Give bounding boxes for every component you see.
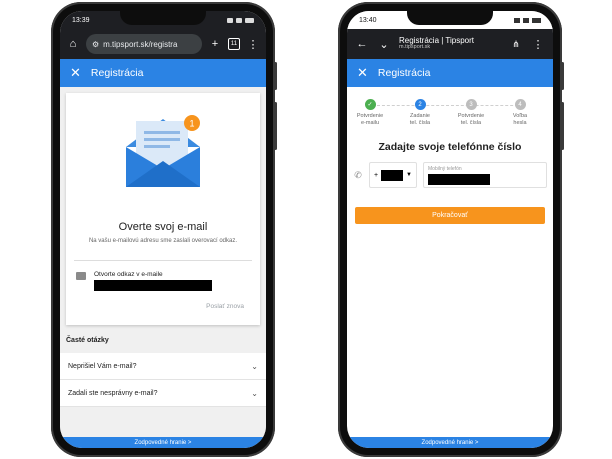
faq-item[interactable]: Zadali ste nesprávny e-mail? ⌄ — [60, 380, 266, 407]
mobile-number-field[interactable]: Mobilný telefón — [423, 162, 547, 188]
faq-question: Zadali ste nesprávny e-mail? — [68, 389, 158, 397]
step-dot-todo: 3 — [465, 99, 477, 110]
redacted-number — [428, 174, 490, 185]
more-menu-icon[interactable]: ⋮ — [531, 37, 545, 51]
step-2: 2 Zadanie tel. čísla — [400, 99, 440, 126]
redacted-prefix — [381, 169, 404, 181]
back-arrow-icon[interactable]: ← — [355, 37, 369, 51]
step-3: 3 Potvrdenie tel. čísla — [451, 99, 491, 126]
card-title: Overte svoj e-mail — [118, 221, 208, 233]
chevron-down-icon[interactable]: ⌄ — [377, 37, 391, 51]
step-dot-todo: 4 — [514, 99, 526, 110]
verify-email-card: 1 Overte svoj e-mail Na vašu e-mailovú a… — [66, 93, 260, 325]
faq-list: Neprišiel Vám e-mail? ⌄ Zadali ste nespr… — [60, 353, 266, 407]
responsible-gaming-link[interactable]: Zodpovedné hranie > — [347, 437, 553, 448]
url-text: m.tipsport.sk/registra — [103, 39, 178, 49]
share-icon[interactable]: ⋔ — [509, 37, 523, 51]
step-label: Potvrdenie tel. čísla — [457, 113, 485, 126]
close-icon[interactable]: ✕ — [70, 65, 81, 81]
registration-stepper: ✓ Potvrdenie e-mailu 2 Zadanie tel. čísla … — [347, 99, 553, 139]
mail-label: Otvorte odkaz v e-maile — [94, 271, 163, 278]
status-icons — [514, 17, 541, 23]
home-icon[interactable]: ⌂ — [66, 37, 80, 51]
notification-badge: 1 — [189, 119, 194, 129]
step-dot-done: ✓ — [364, 99, 376, 110]
tab-switcher-button[interactable]: 11 — [228, 38, 240, 50]
wifi-icon — [523, 17, 529, 23]
country-prefix-select[interactable]: + ▼ — [369, 162, 417, 188]
phone-icon: ✆ — [354, 169, 362, 180]
app-bar: ✕ Registrácia — [347, 59, 553, 87]
more-menu-icon[interactable]: ⋮ — [246, 37, 260, 51]
step-1: ✓ Potvrdenie e-mailu — [350, 99, 390, 126]
status-time: 13:39 — [72, 16, 90, 24]
phone-right: 13:40 ← ⌄ Registrácia | Tipsport m.tipsp… — [338, 2, 564, 457]
page-title: Registrácia — [377, 67, 431, 79]
volume-button — [561, 62, 564, 90]
faq-question: Neprišiel Vám e-mail? — [68, 362, 137, 370]
new-tab-icon[interactable]: + — [208, 37, 222, 51]
close-icon[interactable]: ✕ — [357, 65, 368, 81]
step-label: Potvrdenie e-mailu — [356, 113, 384, 126]
faq-heading: Časté otázky — [66, 337, 109, 344]
phone-input-row: ✆ + ▼ Mobilný telefón — [353, 161, 547, 189]
browser-toolbar: ⌂ ⚙ m.tipsport.sk/registra + 11 ⋮ — [60, 29, 266, 59]
redacted-email — [94, 280, 212, 291]
power-button — [274, 102, 277, 150]
mobile-number-label: Mobilný telefón — [428, 166, 462, 172]
wifi-icon — [236, 17, 242, 23]
battery-icon — [245, 17, 254, 23]
chevron-down-icon: ⌄ — [251, 388, 258, 398]
step-label: Voľba hesla — [512, 113, 528, 126]
browser-toolbar: ← ⌄ Registrácia | Tipsport m.tipsport.sk… — [347, 29, 553, 59]
prefix-plus: + — [374, 171, 379, 179]
step-4: 4 Voľba hesla — [500, 99, 540, 126]
status-icons — [227, 17, 254, 23]
faq-item[interactable]: Neprišiel Vám e-mail? ⌄ — [60, 353, 266, 380]
continue-button[interactable]: Pokračovať — [355, 207, 545, 224]
status-time: 13:40 — [359, 16, 377, 24]
divider — [74, 260, 252, 261]
envelope-illustration: 1 — [126, 115, 200, 187]
notch — [120, 11, 206, 25]
tab-count: 11 — [230, 41, 238, 47]
screen-left: 13:39 ⌂ ⚙ m.tipsport.sk/registra + 11 ⋮ … — [60, 11, 266, 448]
page-title: Registrácia — [90, 67, 144, 79]
step-dot-active: 2 — [414, 99, 426, 110]
dropdown-arrow-icon: ▼ — [406, 172, 412, 178]
phone-left: 13:39 ⌂ ⚙ m.tipsport.sk/registra + 11 ⋮ … — [51, 2, 277, 457]
mail-icon — [76, 272, 86, 280]
resend-link[interactable]: Poslať znova — [206, 303, 244, 310]
power-button — [561, 102, 564, 150]
browser-domain: m.tipsport.sk — [399, 44, 431, 51]
page-title-box: Registrácia | Tipsport m.tipsport.sk — [399, 36, 501, 51]
mail-row: Otvorte odkaz v e-maile — [76, 271, 212, 291]
signal-icon — [227, 17, 233, 23]
app-bar: ✕ Registrácia — [60, 59, 266, 87]
site-settings-icon[interactable]: ⚙ — [92, 40, 99, 49]
notch — [407, 11, 493, 25]
signal-icon — [514, 17, 520, 23]
battery-icon — [532, 17, 541, 23]
form-title: Zadajte svoje telefónne číslo — [378, 141, 522, 153]
screen-right: 13:40 ← ⌄ Registrácia | Tipsport m.tipsp… — [347, 11, 553, 448]
url-bar[interactable]: ⚙ m.tipsport.sk/registra — [86, 34, 202, 54]
step-label: Zadanie tel. čísla — [409, 113, 431, 126]
volume-button — [274, 62, 277, 90]
responsible-gaming-link[interactable]: Zodpovedné hranie > — [60, 437, 266, 448]
card-subtitle: Na vašu e-mailovú adresu sme zaslali ove… — [88, 238, 238, 244]
content-area: 1 Overte svoj e-mail Na vašu e-mailovú a… — [60, 87, 266, 437]
chevron-down-icon: ⌄ — [251, 361, 258, 371]
